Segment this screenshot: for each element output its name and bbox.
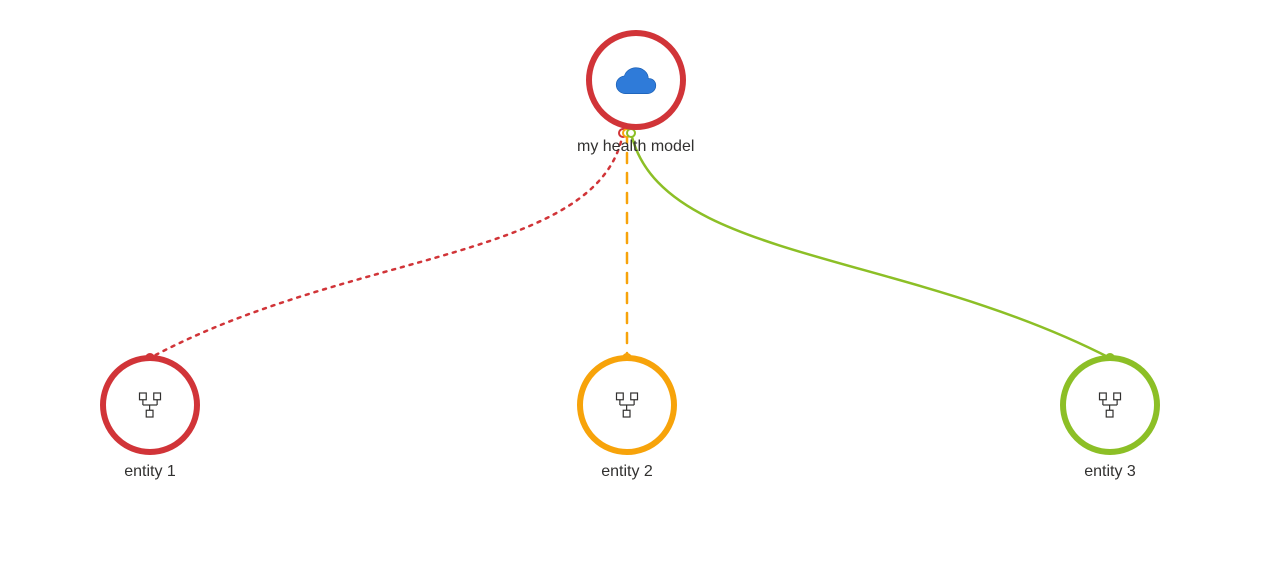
entity-node-1-ring [100,355,200,455]
hierarchy-icon [135,390,165,420]
entity-node-3[interactable]: entity 3 [1060,355,1160,481]
entity-node-3-label: entity 3 [1084,463,1136,481]
hierarchy-icon [612,390,642,420]
root-node[interactable]: my health model [577,30,694,156]
root-node-label: my health model [577,138,694,156]
entity-node-2-label: entity 2 [601,463,653,481]
cloud-icon [614,65,658,95]
root-node-ring [586,30,686,130]
entity-node-1[interactable]: entity 1 [100,355,200,481]
hierarchy-icon [1095,390,1125,420]
entity-node-3-ring [1060,355,1160,455]
entity-node-2[interactable]: entity 2 [577,355,677,481]
entity-node-2-ring [577,355,677,455]
edge-entity-1 [150,133,623,358]
entity-node-1-label: entity 1 [124,463,176,481]
edge-entity-3 [631,133,1110,358]
health-model-diagram: my health model entity 1 [0,0,1281,578]
